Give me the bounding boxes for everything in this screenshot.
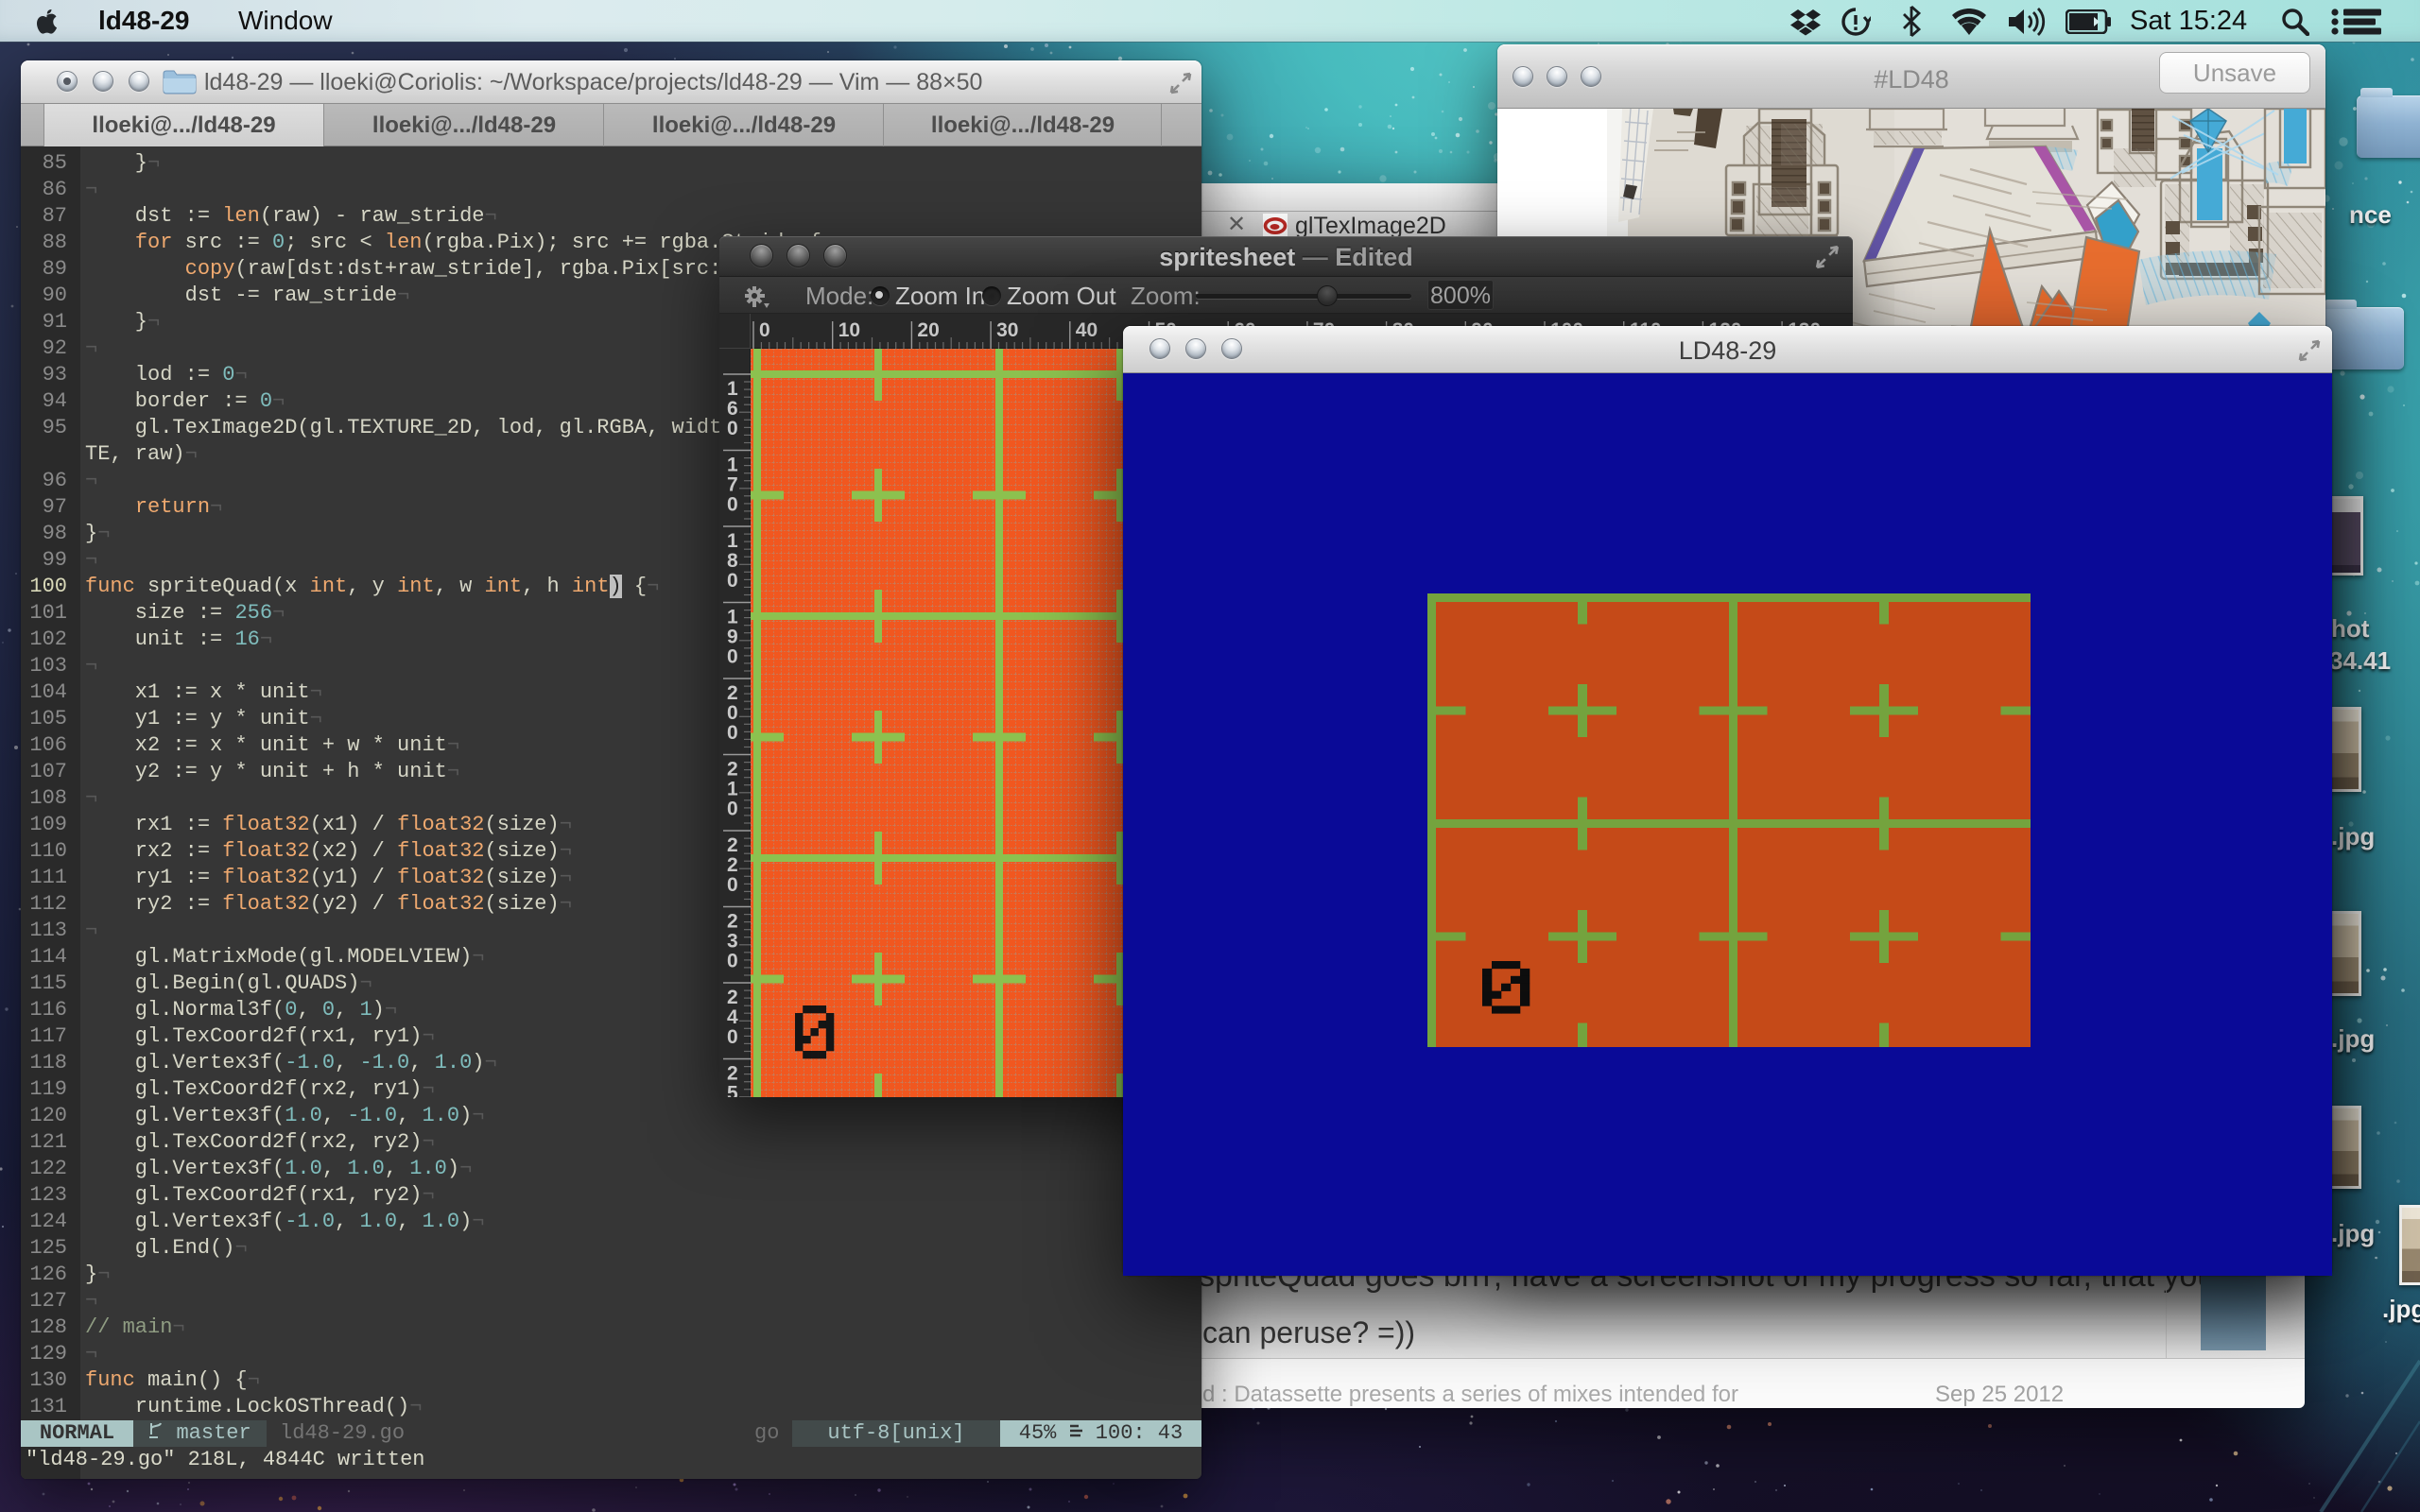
svg-text:6: 6	[727, 398, 738, 420]
svg-text:2: 2	[727, 911, 738, 933]
svg-text:0: 0	[727, 570, 738, 592]
svg-text:10: 10	[838, 319, 860, 341]
svg-text:2: 2	[727, 1063, 738, 1085]
svg-text:1: 1	[727, 779, 738, 800]
svg-text:2: 2	[727, 987, 738, 1008]
svg-text:8: 8	[727, 550, 738, 572]
svg-text:1: 1	[727, 530, 738, 552]
svg-text:0: 0	[727, 951, 738, 972]
svg-text:1: 1	[727, 378, 738, 400]
svg-text:2: 2	[727, 682, 738, 704]
svg-text:40: 40	[1076, 319, 1098, 341]
svg-text:0: 0	[727, 702, 738, 724]
svg-text:4: 4	[727, 1006, 738, 1028]
svg-text:0: 0	[727, 418, 738, 439]
svg-text:2: 2	[727, 759, 738, 781]
svg-text:0: 0	[727, 874, 738, 896]
svg-text:0: 0	[727, 799, 738, 820]
svg-text:9: 9	[727, 627, 738, 648]
svg-text:0: 0	[727, 646, 738, 668]
svg-text:2: 2	[727, 834, 738, 856]
svg-text:3: 3	[727, 931, 738, 953]
svg-text:7: 7	[727, 474, 738, 496]
svg-text:0: 0	[727, 494, 738, 516]
svg-text:20: 20	[917, 319, 939, 341]
svg-text:1: 1	[727, 455, 738, 476]
svg-text:0: 0	[759, 319, 770, 341]
svg-text:30: 30	[996, 319, 1018, 341]
svg-text:1: 1	[727, 607, 738, 628]
svg-text:0: 0	[727, 722, 738, 744]
svg-text:2: 2	[727, 854, 738, 876]
svg-text:0: 0	[727, 1026, 738, 1048]
svg-text:5: 5	[727, 1083, 738, 1098]
